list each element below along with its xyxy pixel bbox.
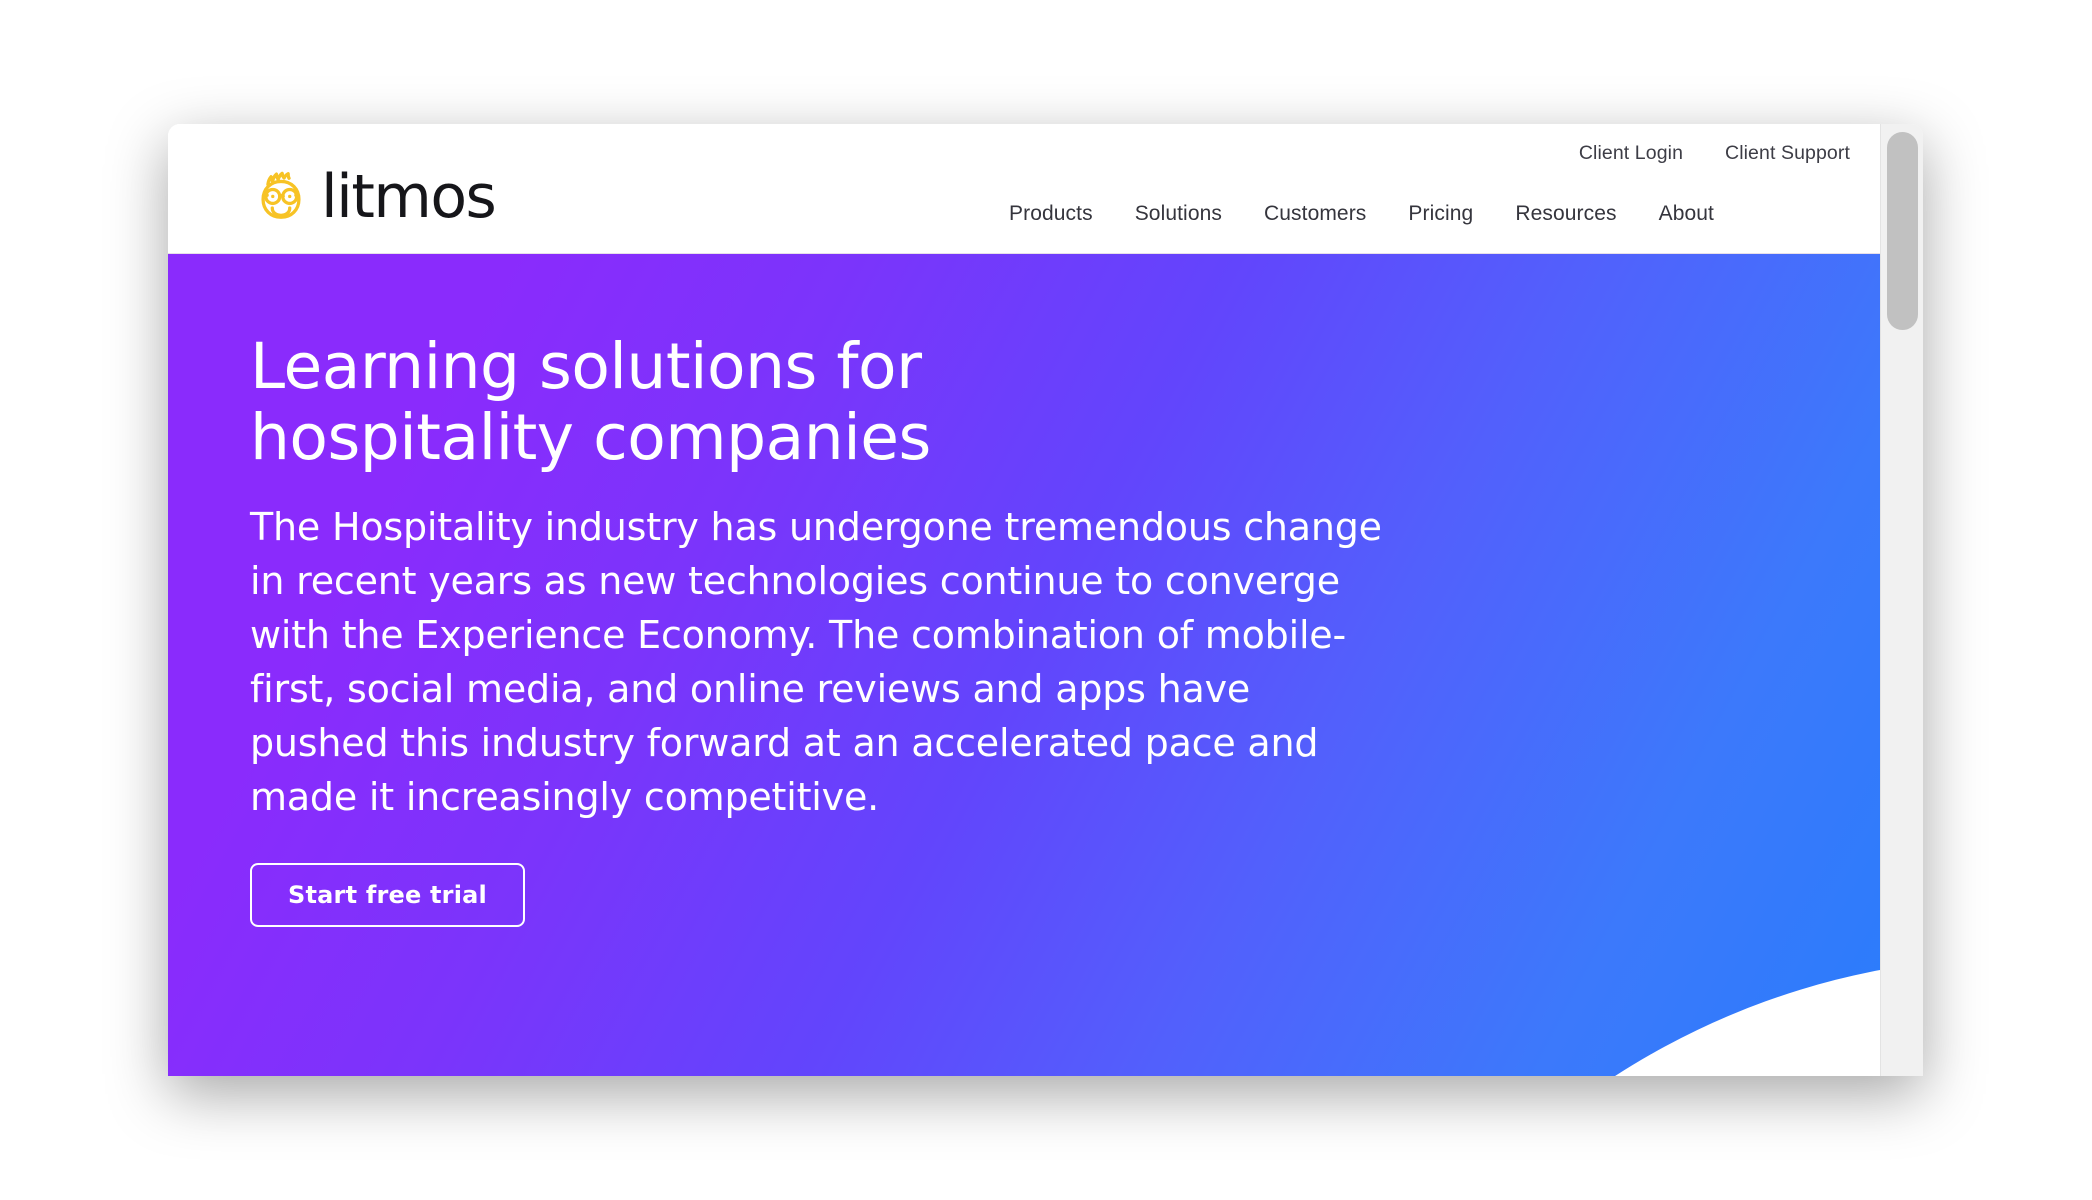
nav-item-products[interactable]: Products bbox=[988, 202, 1114, 226]
hero-wave-decoration bbox=[1268, 957, 1880, 1076]
litmos-face-icon bbox=[250, 164, 312, 226]
litmos-wordmark: litmos bbox=[321, 162, 497, 232]
hero-description: The Hospitality industry has undergone t… bbox=[250, 505, 1382, 819]
site-header: Client Login Client Support litmos Produ… bbox=[168, 124, 1880, 330]
utility-link-client-login[interactable]: Client Login bbox=[1579, 142, 1683, 165]
nav-item-customers[interactable]: Customers bbox=[1243, 202, 1387, 226]
nav-item-about[interactable]: About bbox=[1638, 202, 1735, 226]
nav-item-resources[interactable]: Resources bbox=[1494, 202, 1637, 226]
hero-title: Learning solutions for hospitality compa… bbox=[250, 330, 931, 474]
utility-link-client-support[interactable]: Client Support bbox=[1725, 142, 1850, 165]
hero-section: Learning solutions for hospitality compa… bbox=[168, 254, 1880, 1076]
vertical-scrollbar[interactable] bbox=[1880, 124, 1923, 1076]
hero-content: Learning solutions for hospitality compa… bbox=[168, 254, 1398, 927]
nav-item-pricing[interactable]: Pricing bbox=[1387, 202, 1494, 226]
start-free-trial-button[interactable]: Start free trial bbox=[250, 862, 525, 927]
page-viewport: Client Login Client Support litmos Produ… bbox=[168, 124, 1880, 1076]
main-nav: Products Solutions Customers Pricing Res… bbox=[988, 202, 1735, 226]
nav-item-solutions[interactable]: Solutions bbox=[1114, 202, 1243, 226]
utility-nav: Client Login Client Support bbox=[1579, 142, 1850, 165]
browser-window: Client Login Client Support litmos Produ… bbox=[168, 124, 1923, 1076]
scrollbar-thumb[interactable] bbox=[1887, 132, 1918, 330]
litmos-logo[interactable]: litmos bbox=[250, 162, 497, 232]
